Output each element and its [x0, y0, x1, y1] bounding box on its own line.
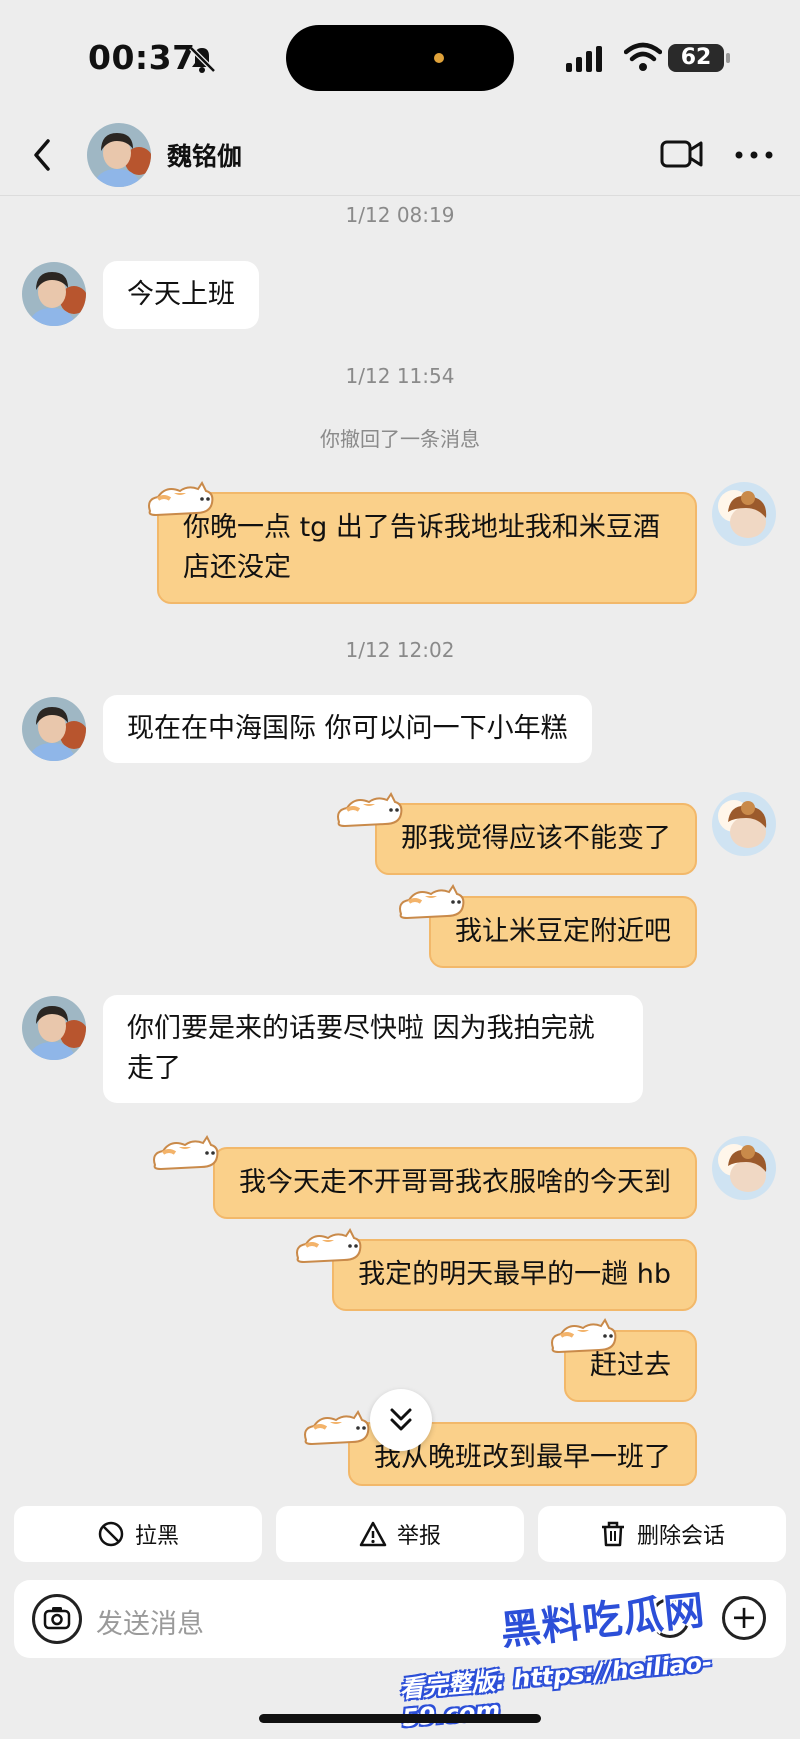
delete-label: 删除会话 — [636, 1524, 725, 1549]
camera-icon[interactable] — [32, 1594, 82, 1644]
outgoing-message[interactable]: 我让米豆定附近吧 — [429, 896, 697, 968]
cat-sticker-icon — [395, 884, 469, 922]
cat-sticker-icon — [144, 481, 218, 519]
home-indicator — [259, 1714, 541, 1723]
warning-icon — [359, 1521, 387, 1547]
cat-sticker-icon — [300, 1410, 374, 1448]
cat-sticker-icon — [333, 792, 407, 830]
trash-icon — [601, 1521, 624, 1547]
my-avatar[interactable] — [712, 482, 776, 546]
delete-conversation-button[interactable]: 删除会话 — [538, 1506, 786, 1562]
battery-indicator: 62 — [668, 44, 730, 72]
cat-sticker-icon — [149, 1135, 223, 1173]
timestamp: 1/12 12:02 — [345, 638, 455, 662]
bell-off-icon — [189, 46, 216, 73]
status-bar: 00:37 62 — [0, 0, 800, 115]
outgoing-message[interactable]: 那我觉得应该不能变了 — [375, 803, 697, 875]
block-icon — [98, 1521, 124, 1547]
report-label: 举报 — [396, 1524, 441, 1549]
outgoing-message[interactable]: 你晚一点 tg 出了告诉我地址我和米豆酒店还没定 — [157, 492, 697, 604]
my-avatar[interactable] — [712, 1136, 776, 1200]
back-icon[interactable] — [28, 135, 58, 175]
recall-notice: 你撤回了一条消息 — [320, 427, 480, 451]
incoming-message[interactable]: 现在在中海国际 你可以问一下小年糕 — [103, 695, 592, 763]
outgoing-message[interactable]: 我定的明天最早的一趟 hb — [332, 1239, 697, 1311]
status-time: 00:37 — [88, 38, 196, 77]
signal-icon — [566, 46, 602, 72]
timestamp: 1/12 11:54 — [345, 364, 455, 388]
contact-avatar[interactable] — [22, 262, 86, 326]
contact-avatar[interactable] — [22, 697, 86, 761]
my-avatar[interactable] — [712, 792, 776, 856]
block-button[interactable]: 拉黑 — [14, 1506, 262, 1562]
chat-header: 魏铭伽 — [0, 115, 800, 196]
timestamp: 1/12 08:19 — [345, 203, 455, 227]
dynamic-island — [286, 25, 514, 91]
message-input[interactable]: 发送消息 — [96, 1602, 204, 1641]
plus-icon[interactable]: + — [722, 1596, 766, 1640]
contact-name[interactable]: 魏铭伽 — [167, 137, 242, 173]
video-call-icon[interactable] — [660, 137, 704, 171]
chevron-double-down-icon — [390, 1408, 412, 1431]
block-label: 拉黑 — [134, 1524, 179, 1549]
report-button[interactable]: 举报 — [276, 1506, 524, 1562]
wifi-icon — [624, 42, 662, 71]
contact-avatar[interactable] — [22, 996, 86, 1060]
cat-sticker-icon — [292, 1228, 366, 1266]
outgoing-message[interactable]: 我今天走不开哥哥我衣服啥的今天到 — [213, 1147, 697, 1219]
incoming-message[interactable]: 今天上班 — [103, 261, 259, 329]
more-icon[interactable] — [732, 143, 776, 167]
scroll-to-bottom-button[interactable] — [370, 1389, 432, 1451]
camera-dot — [434, 53, 444, 63]
contact-avatar[interactable] — [87, 123, 151, 187]
incoming-message[interactable]: 你们要是来的话要尽快啦 因为我拍完就走了 — [103, 995, 643, 1103]
cat-sticker-icon — [547, 1318, 621, 1356]
